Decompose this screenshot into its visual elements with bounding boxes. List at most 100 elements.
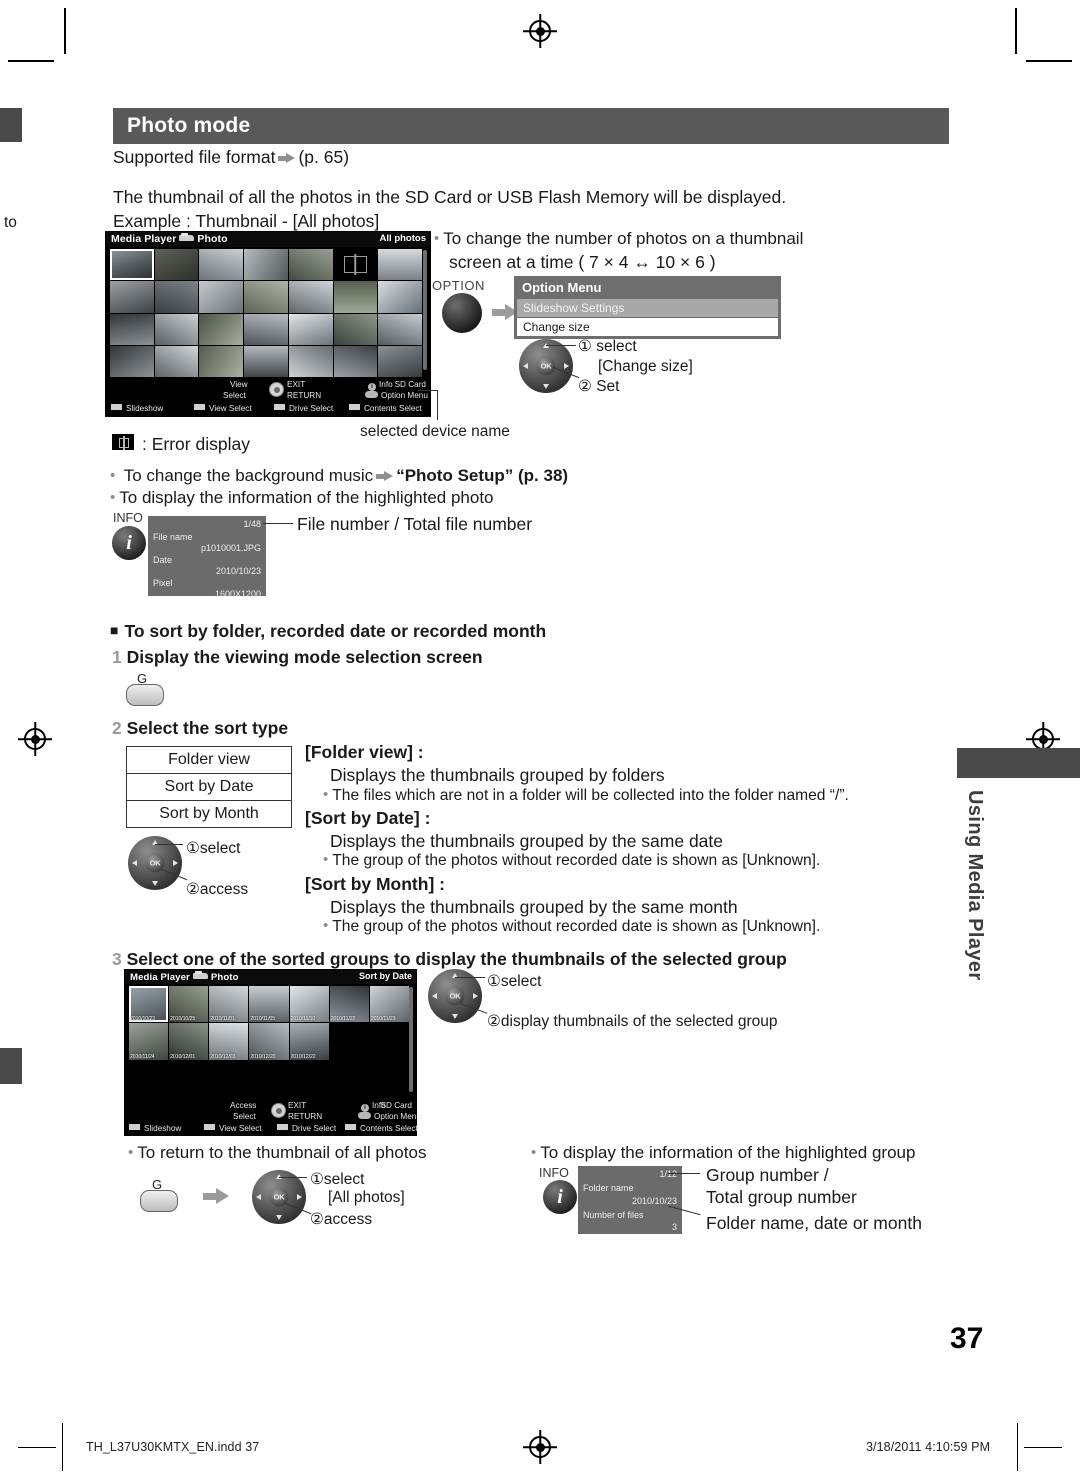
sort-step1-number: 1 xyxy=(112,647,122,667)
supported-file-format-line: Supported file format (p. 65) xyxy=(113,146,349,168)
option-menu-item-slideshow-settings[interactable]: Slideshow Settings xyxy=(517,299,778,317)
thumbnail-cell[interactable] xyxy=(110,345,154,377)
leader-step3-1 xyxy=(455,977,485,979)
def-sort-date-line: Displays the thumbnails grouped by the s… xyxy=(330,831,724,851)
group-cell[interactable]: 2010/12/22 xyxy=(289,1023,329,1060)
step3-dpad-step2-text: display thumbnails of the selected group xyxy=(500,1013,778,1030)
option-button[interactable] xyxy=(442,293,482,333)
supported-format-label: Supported file format xyxy=(113,147,276,167)
guide-return-label-2: RETURN xyxy=(288,1112,323,1121)
thumbnail-scrollbar[interactable] xyxy=(423,250,427,370)
thumbnail-cell-error[interactable] xyxy=(333,249,378,281)
thumbnail-cell[interactable] xyxy=(110,313,154,345)
thumbnail-cell[interactable] xyxy=(378,313,422,345)
info-group-folder-label: Folder name xyxy=(583,1183,634,1193)
thumbnail-cell[interactable] xyxy=(199,249,244,281)
thumbnail-cell[interactable] xyxy=(199,281,244,313)
guide-contentsselect-row[interactable]: Contents Select xyxy=(349,404,422,413)
g-button-1[interactable] xyxy=(126,684,164,706)
thumbnail-cell[interactable] xyxy=(333,281,378,313)
thumbnail-cell[interactable] xyxy=(333,345,378,377)
tv-mode-label-2: Photo xyxy=(210,972,239,983)
thumbnail-cell[interactable] xyxy=(244,345,288,377)
leader-opt-step1 xyxy=(546,345,576,347)
group-cell[interactable]: 2010/10/23 xyxy=(129,986,169,1023)
leader-group-number xyxy=(668,1173,700,1175)
tv-app-title-text-2: Media Player xyxy=(130,972,190,983)
group-cell[interactable]: 2010/10/25 xyxy=(169,986,209,1023)
group-cell[interactable]: 2010/12/03 xyxy=(209,1023,249,1060)
thumbnail-cell[interactable] xyxy=(378,345,422,377)
thumbnail-cell[interactable] xyxy=(288,313,333,345)
thumbnail-cell[interactable] xyxy=(378,249,422,281)
thumbnail-cell[interactable] xyxy=(333,313,378,345)
option-menu-panel[interactable]: Option Menu Slideshow Settings Change si… xyxy=(514,276,781,339)
intro-line: The thumbnail of all the photos in the S… xyxy=(113,187,787,207)
group-cell-empty xyxy=(249,1060,289,1097)
thumbnail-cell[interactable] xyxy=(244,281,288,313)
option-step2-text: Set xyxy=(596,378,620,395)
group-cell[interactable]: 2010/11/24 xyxy=(129,1023,169,1060)
option-step2: ② Set xyxy=(578,377,620,395)
thumbnail-cell[interactable] xyxy=(244,313,288,345)
group-scrollbar[interactable] xyxy=(409,987,413,1092)
thumbnail-cell[interactable] xyxy=(378,281,422,313)
sort-step1: 1 Display the viewing mode selection scr… xyxy=(112,646,483,668)
crop-mark-tl-v xyxy=(64,8,66,54)
thumbnail-grid-all-photos[interactable] xyxy=(110,249,422,377)
info-button-icon-2[interactable]: i xyxy=(543,1180,577,1214)
return-dpad-step1-text: select xyxy=(323,1171,365,1188)
guide-viewselect-row-2[interactable]: View Select xyxy=(204,1124,262,1133)
group-cell[interactable]: 2010/11/01 xyxy=(209,986,249,1023)
option-menu-item-change-size[interactable]: Change size xyxy=(517,318,778,336)
g-button-2[interactable] xyxy=(140,1190,178,1212)
group-cell[interactable]: 2010/12/20 xyxy=(249,1023,289,1060)
group-cell-empty xyxy=(169,1060,209,1097)
group-cell[interactable]: 2010/11/23 xyxy=(369,986,409,1023)
color-button-icon xyxy=(204,1124,215,1130)
guide-device-label-2: SD Card xyxy=(380,1101,412,1110)
thumbnail-cell[interactable] xyxy=(288,249,333,281)
group-cell[interactable]: 2010/12/01 xyxy=(169,1023,209,1060)
thumbnail-grid-sort-by-date[interactable]: 2010/10/23 2010/10/25 2010/11/01 2010/11… xyxy=(129,986,409,1097)
sort-type-list[interactable]: Folder view Sort by Date Sort by Month xyxy=(126,746,292,828)
thumbnail-cell[interactable] xyxy=(110,281,154,313)
group-number-line1: Group number / xyxy=(706,1165,829,1185)
thumbnail-cell[interactable] xyxy=(154,345,199,377)
sort-dpad-step2-text: access xyxy=(199,881,249,898)
guide-driveselect-row[interactable]: Drive Select xyxy=(274,404,333,413)
thumbnail-cell[interactable] xyxy=(110,249,154,281)
guide-contentsselect-row-2[interactable]: Contents Select xyxy=(345,1124,418,1133)
dpad-option[interactable]: OK xyxy=(519,339,573,393)
thumbnail-cell[interactable] xyxy=(288,345,333,377)
thumbnail-cell[interactable] xyxy=(154,249,199,281)
tv-app-title-text: Media Player xyxy=(111,233,177,245)
group-date-label: 2010/12/20 xyxy=(250,1053,276,1060)
guide-viewselect-row[interactable]: View Select xyxy=(194,404,252,413)
guide-contentsselect-label-2: Contents Select xyxy=(360,1124,418,1133)
group-cell-empty xyxy=(369,1060,409,1097)
guide-driveselect-row-2[interactable]: Drive Select xyxy=(277,1124,336,1133)
group-cell[interactable]: 2010/11/05 xyxy=(249,986,289,1023)
thumbnail-cell[interactable] xyxy=(244,249,288,281)
sort-option-folder-view[interactable]: Folder view xyxy=(127,747,291,774)
guide-slideshow-row[interactable]: Slideshow xyxy=(111,404,163,413)
tv-screen-all-photos: Media Player Photo All photos View Selec… xyxy=(105,231,431,417)
info-panel-group: 1/12 Folder name 2010/10/23 Number of fi… xyxy=(578,1166,682,1234)
sort-option-sort-by-month[interactable]: Sort by Month xyxy=(127,801,291,827)
group-cell[interactable]: 2010/11/10 xyxy=(289,986,329,1023)
sort-step3-number: 3 xyxy=(112,949,122,969)
error-display-legend-icon xyxy=(112,434,134,450)
thumbnail-cell[interactable] xyxy=(288,281,333,313)
sort-option-sort-by-date[interactable]: Sort by Date xyxy=(127,774,291,801)
thumbnail-cell[interactable] xyxy=(199,313,244,345)
thumbnail-cell[interactable] xyxy=(154,313,199,345)
guide-slideshow-row-2[interactable]: Slideshow xyxy=(129,1124,181,1133)
guide-return-label: RETURN xyxy=(287,391,322,400)
sort-step1-text: Display the viewing mode selection scree… xyxy=(126,647,483,667)
group-cell[interactable]: 2010/11/22 xyxy=(329,986,369,1023)
folder-icon xyxy=(179,233,195,241)
thumbnail-cell[interactable] xyxy=(199,345,244,377)
info-button-icon[interactable]: i xyxy=(112,526,146,560)
thumbnail-cell[interactable] xyxy=(154,281,199,313)
